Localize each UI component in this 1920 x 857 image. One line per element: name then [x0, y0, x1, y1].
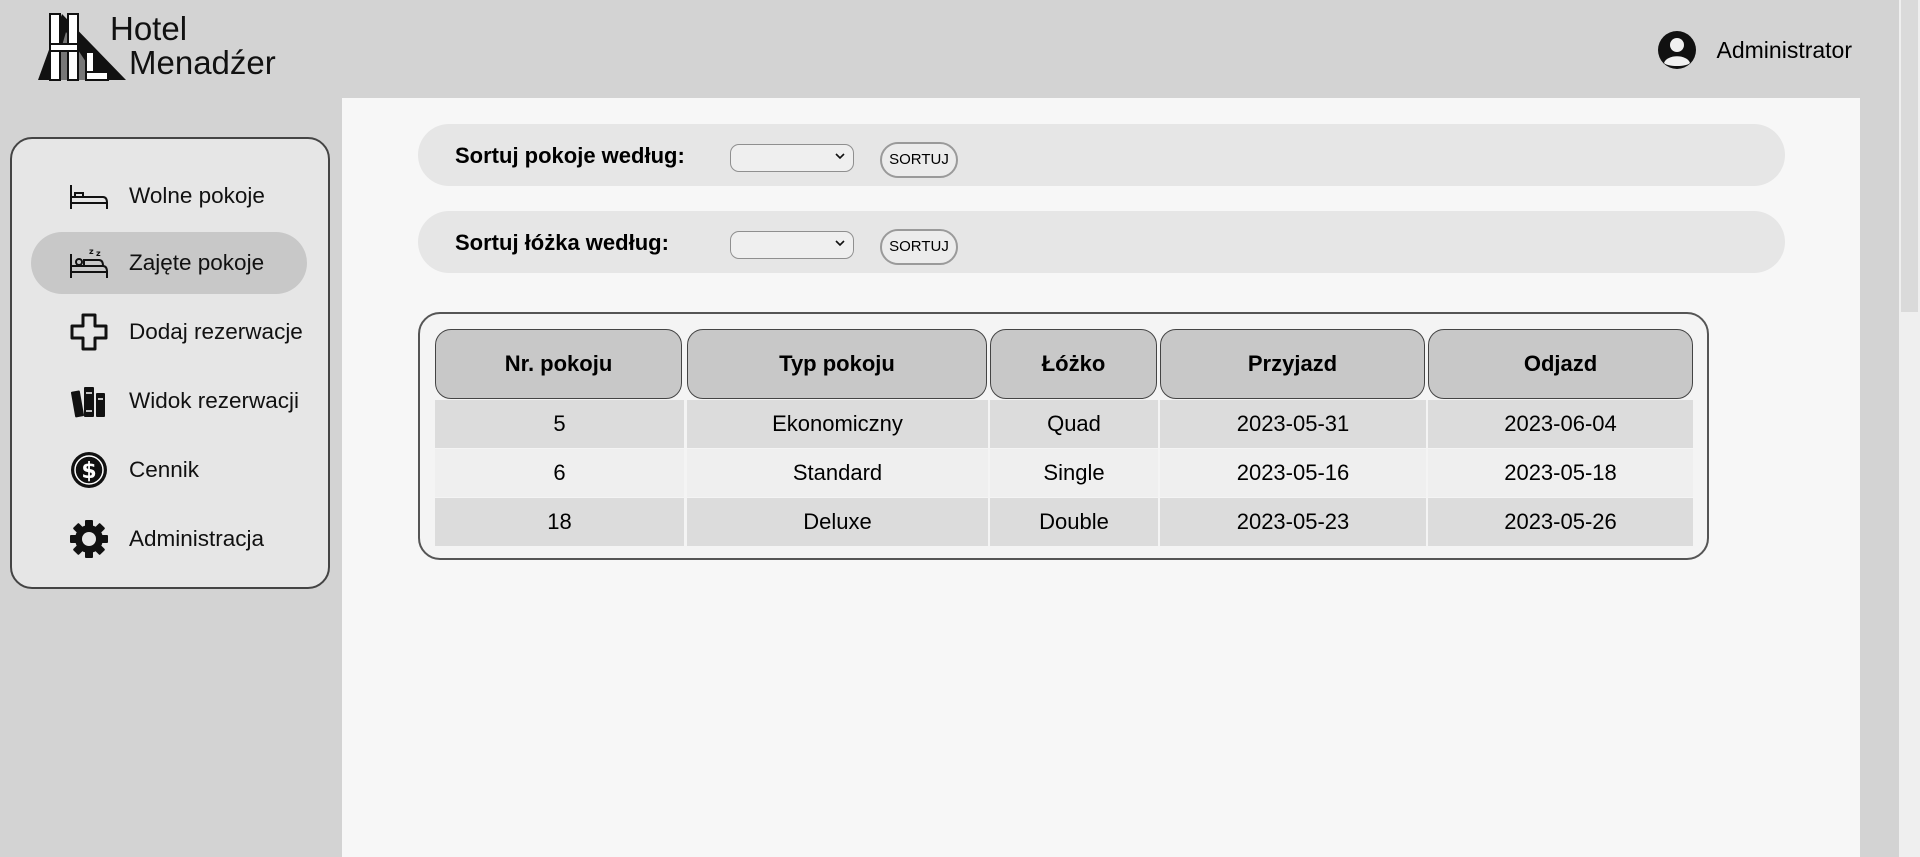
sort-rooms-button[interactable]: SORTUJ: [880, 142, 958, 178]
logo-text: Hotel Menadźer: [110, 12, 276, 80]
table-cell: 6: [435, 449, 684, 497]
bed-icon: [69, 176, 109, 216]
sort-beds-label: Sortuj łóżka według:: [455, 230, 669, 255]
column-header: Przyjazd: [1160, 329, 1425, 399]
table-cell: Standard: [687, 449, 988, 497]
table-cell: 2023-05-18: [1428, 449, 1693, 497]
sidebar-item-administracja[interactable]: Administracja: [31, 508, 307, 570]
table-cell: 5: [435, 400, 684, 448]
sidebar-item-dodaj-rezerwacje[interactable]: Dodaj rezerwacje: [31, 301, 307, 363]
column-header: Łóżko: [990, 329, 1157, 399]
dollar-icon: $: [69, 450, 109, 490]
table-cell: Deluxe: [687, 498, 988, 546]
sidebar-nav: Wolne pokoje zz Zajęte pokoje Dodaj reze…: [10, 137, 330, 589]
table-cell: 2023-06-04: [1428, 400, 1693, 448]
sidebar-item-zajete-pokoje[interactable]: zz Zajęte pokoje: [31, 232, 307, 294]
user-circle-icon: [1657, 31, 1696, 69]
sidebar-item-label: Widok rezerwacji: [129, 388, 300, 413]
sleeping-bed-icon: zz: [69, 243, 109, 283]
chevron-down-icon: [835, 240, 845, 247]
user-name: Administrator: [1716, 36, 1852, 63]
logo-line1: Hotel: [110, 10, 188, 47]
sort-beds-select[interactable]: [730, 231, 854, 259]
column-header: Odjazd: [1428, 329, 1693, 399]
sidebar-item-widok-rezerwacji[interactable]: Widok rezerwacji: [31, 370, 307, 432]
column-header: Typ pokoju: [687, 329, 987, 399]
sort-rooms-bar: Sortuj pokoje według: SORTUJ: [418, 124, 1785, 186]
svg-text:z: z: [96, 249, 101, 258]
user-menu[interactable]: Administrator: [1657, 30, 1852, 70]
sidebar-item-label: Zajęte pokoje: [129, 250, 265, 275]
app-logo: Hotel Menadźer: [38, 12, 298, 84]
sidebar-item-label: Wolne pokoje: [129, 183, 265, 208]
table-cell: 18: [435, 498, 684, 546]
books-icon: [69, 381, 109, 421]
sort-beds-bar: Sortuj łóżka według: SORTUJ: [418, 211, 1785, 273]
sort-beds-button[interactable]: SORTUJ: [880, 229, 958, 265]
occupied-rooms-table: Nr. pokoju Typ pokoju Łóżko Przyjazd Odj…: [418, 312, 1709, 560]
table-cell: 2023-05-16: [1160, 449, 1426, 497]
chevron-down-icon: [835, 153, 845, 160]
sort-rooms-label: Sortuj pokoje według:: [455, 143, 685, 168]
plus-icon: [69, 312, 109, 352]
logo-line2: Menadźer: [129, 44, 276, 81]
scrollbar-thumb[interactable]: [1901, 0, 1918, 312]
table-cell: 2023-05-23: [1160, 498, 1426, 546]
table-cell: 2023-05-31: [1160, 400, 1426, 448]
table-cell: 2023-05-26: [1428, 498, 1693, 546]
sidebar-item-label: Dodaj rezerwacje: [129, 319, 303, 344]
sidebar-item-cennik[interactable]: $ Cennik: [31, 439, 307, 501]
gear-icon: [69, 519, 109, 559]
table-cell: Quad: [990, 400, 1158, 448]
column-header: Nr. pokoju: [435, 329, 682, 399]
table-cell: Ekonomiczny: [687, 400, 988, 448]
table-cell: Double: [990, 498, 1158, 546]
table-cell: Single: [990, 449, 1158, 497]
sidebar-item-label: Cennik: [129, 457, 200, 482]
sidebar-item-label: Administracja: [129, 526, 265, 551]
svg-text:z: z: [89, 247, 94, 256]
sidebar-item-wolne-pokoje[interactable]: Wolne pokoje: [31, 165, 307, 227]
sort-rooms-select[interactable]: [730, 144, 854, 172]
svg-text:$: $: [81, 459, 96, 484]
